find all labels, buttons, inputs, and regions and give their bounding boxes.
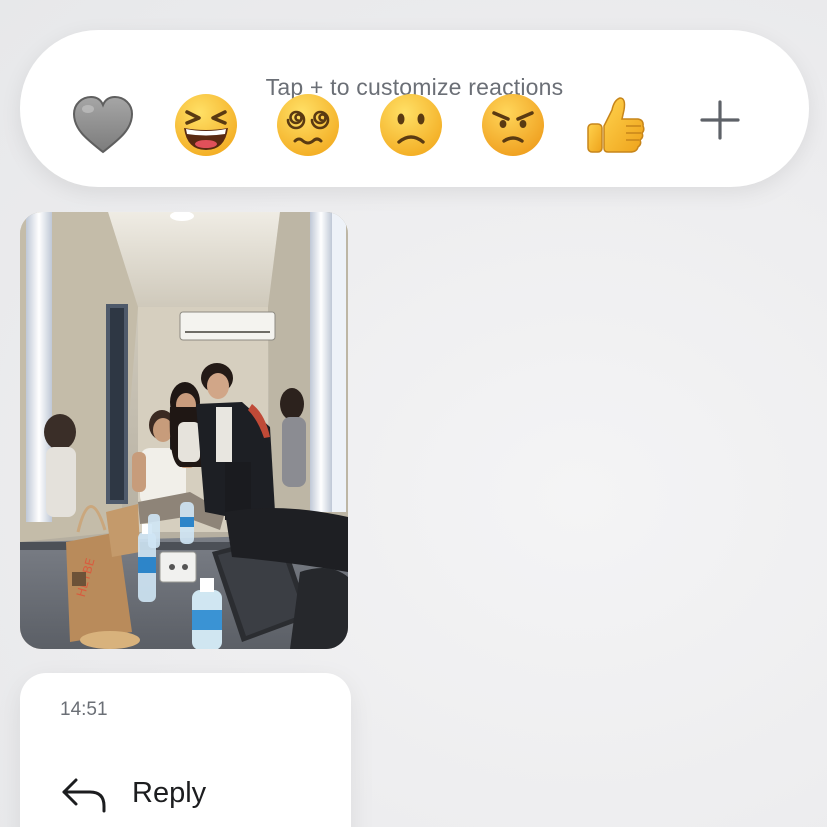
photo-message[interactable]: HEYBE: [20, 212, 348, 649]
laughing-face-icon[interactable]: [173, 92, 239, 158]
grey-heart-icon[interactable]: [70, 92, 136, 158]
reply-menu-item[interactable]: Reply: [20, 765, 351, 827]
frowning-face-icon[interactable]: [378, 92, 444, 158]
plus-icon[interactable]: [696, 96, 744, 144]
reaction-picker: Tap + to customize reactions: [20, 30, 809, 187]
screen: Tap + to customize reactions 14:51 Reply: [0, 0, 827, 827]
dizzy-face-icon[interactable]: [275, 92, 341, 158]
message-timestamp: 14:51: [60, 699, 108, 720]
angry-face-icon[interactable]: [480, 92, 546, 158]
thumbs-up-icon[interactable]: [582, 92, 648, 158]
message-context-menu: 14:51 Reply: [20, 673, 351, 827]
reply-arrow-icon: [62, 778, 106, 813]
reply-label: Reply: [132, 777, 207, 809]
